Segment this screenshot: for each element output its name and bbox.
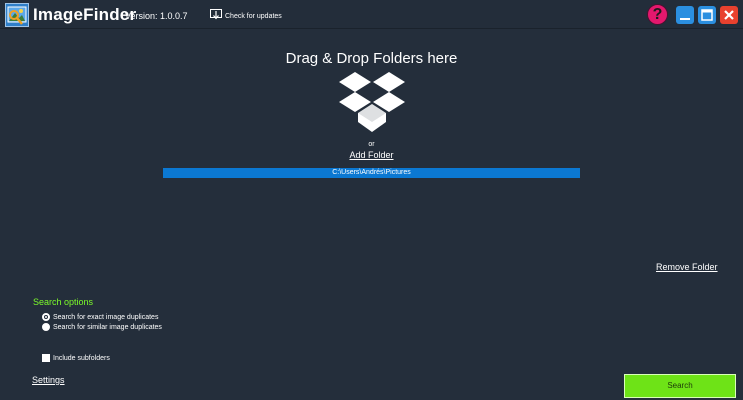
radio-button-selected[interactable] xyxy=(42,313,50,321)
dropbox-icon[interactable] xyxy=(338,70,406,141)
include-subfolders-label: Include subfolders xyxy=(53,354,110,362)
minimize-icon xyxy=(680,18,690,20)
add-folder-wrapper: Add Folder xyxy=(0,150,743,160)
app-window: ImageFinder Version: 1.0.0.7 Check for u… xyxy=(0,0,743,400)
maximize-icon xyxy=(701,9,713,21)
check-updates-label: Check for updates xyxy=(225,12,282,20)
radio-similar-label: Search for similar image duplicates xyxy=(53,323,162,331)
include-subfolders-checkbox-row[interactable]: Include subfolders xyxy=(42,354,110,362)
settings-link[interactable]: Settings xyxy=(32,375,65,385)
include-subfolders-checkbox[interactable] xyxy=(42,354,50,362)
version-label: Version: 1.0.0.7 xyxy=(125,11,188,21)
radio-button[interactable] xyxy=(42,323,50,331)
drop-zone-title: Drag & Drop Folders here xyxy=(285,50,458,67)
folder-list[interactable]: C:\Users\Andrés\Pictures xyxy=(163,168,580,256)
radio-exact-label: Search for exact image duplicates xyxy=(53,313,159,321)
minimize-button[interactable] xyxy=(676,6,694,24)
search-options-heading: Search options xyxy=(33,297,94,307)
close-icon xyxy=(724,10,734,20)
radio-exact-duplicates[interactable]: Search for exact image duplicates xyxy=(42,313,158,321)
help-button[interactable]: ? xyxy=(647,4,668,25)
remove-folder-link[interactable]: Remove Folder xyxy=(656,262,718,272)
folder-list-item[interactable]: C:\Users\Andrés\Pictures xyxy=(163,168,580,178)
radio-similar-duplicates[interactable]: Search for similar image duplicates xyxy=(42,323,162,331)
add-folder-link[interactable]: Add Folder xyxy=(349,150,393,160)
download-monitor-icon xyxy=(210,7,222,25)
maximize-button[interactable] xyxy=(698,6,716,24)
app-name: ImageFinder xyxy=(33,5,137,24)
or-label: or xyxy=(368,141,375,148)
check-updates-button[interactable]: Check for updates xyxy=(210,9,282,23)
image-finder-logo-icon xyxy=(5,3,29,27)
close-button[interactable] xyxy=(720,6,738,24)
title-bar: ImageFinder Version: 1.0.0.7 Check for u… xyxy=(0,0,743,29)
help-icon: ? xyxy=(652,6,663,23)
search-button[interactable]: Search xyxy=(624,374,736,398)
